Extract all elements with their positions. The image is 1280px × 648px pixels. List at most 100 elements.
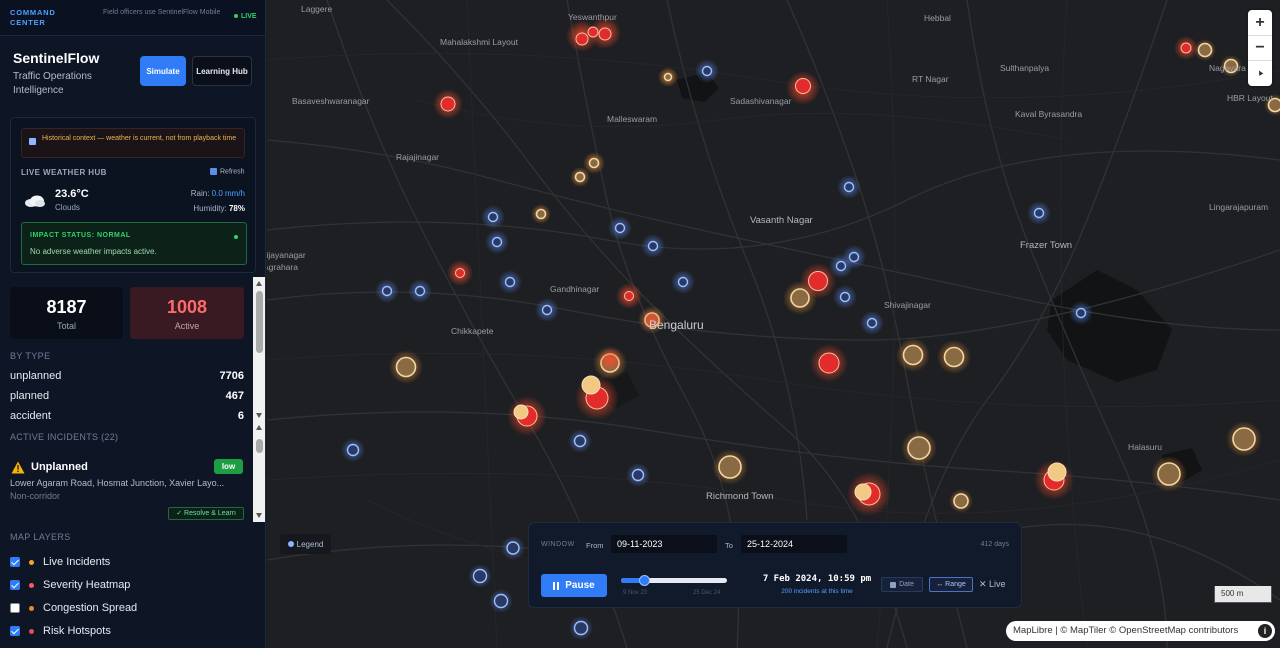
rain-value: 0.0 mm/h	[211, 189, 245, 198]
scroll-thumb-lower[interactable]	[256, 439, 263, 453]
total-label: Total	[56, 321, 76, 331]
historical-context-text: Historical context — weather is current,…	[42, 135, 237, 142]
map-layers-title: MAP LAYERS	[10, 532, 71, 542]
incident-count-at-time: 200 incidents at this time	[781, 588, 853, 595]
scroll-up-arrow-icon[interactable]	[256, 281, 262, 286]
playback-slider-thumb[interactable]	[639, 575, 651, 586]
cloud-icon	[25, 195, 45, 207]
resolve-learn-button[interactable]: ✓ Resolve & Learn	[168, 507, 244, 520]
range-mode-button[interactable]: ↔ Range	[929, 577, 973, 592]
type-row-unplanned: unplanned 7706	[10, 370, 244, 382]
attribution-text: MapLibre | © MapTiler © OpenStreetMap co…	[1013, 625, 1239, 636]
playback-slider[interactable]	[621, 575, 727, 586]
calendar-icon	[890, 581, 897, 588]
scroll-down-arrow-icon[interactable]	[256, 413, 262, 418]
app-root: COMMAND CENTER Field officers use Sentin…	[0, 0, 1280, 648]
incident-address: Lower Agaram Road, Hosmat Junction, Xavi…	[10, 478, 225, 488]
by-type-title: BY TYPE	[10, 351, 51, 361]
map-canvas[interactable]: Laggere Yeswanthpur Hebbal Mahalakshmi L…	[267, 0, 1280, 648]
sidebar-scrollbar[interactable]	[253, 277, 265, 522]
weather-condition: Clouds	[55, 203, 80, 212]
place-label: Rajajinagar	[396, 152, 439, 162]
simulate-button[interactable]: Simulate	[140, 56, 186, 86]
to-date-input[interactable]: 25-12-2024	[741, 535, 847, 553]
zoom-out-button[interactable]: −	[1248, 35, 1272, 60]
learning-hub-button[interactable]: Learning Hub	[192, 56, 252, 86]
place-label-city: Bengaluru	[649, 318, 704, 332]
incident-card[interactable]: Unplanned low Lower Agaram Road, Hosmat …	[8, 453, 248, 521]
place-label: Sulthanpalya	[1000, 63, 1050, 73]
date-mode-label: Date	[899, 581, 914, 588]
humidity-value: 78%	[228, 204, 245, 213]
temperature: 23.6°C	[55, 188, 89, 200]
scroll-thumb-upper[interactable]	[256, 291, 263, 353]
place-label: Mahalakshmi Layout	[440, 37, 518, 47]
date-mode-button[interactable]: Date	[881, 577, 923, 592]
weather-hub-title: LIVE WEATHER HUB	[21, 168, 107, 177]
place-label: Hebbal	[924, 13, 951, 23]
pause-label: Pause	[565, 580, 595, 591]
info-icon[interactable]: i	[1258, 624, 1272, 638]
incident-type: Unplanned	[31, 461, 88, 473]
historical-context-banner: Historical context — weather is current,…	[21, 128, 245, 158]
rain-rate: Rain: 0.0 mm/h	[191, 189, 245, 198]
type-value: 6	[237, 410, 244, 422]
active-label: Active	[174, 321, 200, 331]
zoom-control: + − ▲	[1248, 10, 1272, 86]
scroll-up-arrow-icon[interactable]	[256, 425, 262, 430]
place-label: Yeswanthpur	[568, 12, 617, 22]
window-days: 412 days	[980, 541, 1009, 548]
type-label: planned	[10, 390, 50, 402]
refresh-button[interactable]: Refresh	[210, 168, 245, 175]
calendar-icon	[29, 138, 36, 145]
place-label: Laggere	[301, 4, 333, 14]
scroll-down-arrow-icon[interactable]	[256, 513, 262, 518]
sidebar: COMMAND CENTER Field officers use Sentin…	[0, 0, 266, 648]
stat-active-card: 1008 Active	[130, 287, 244, 339]
layer-severity-heatmap[interactable]: Severity Heatmap	[10, 578, 130, 592]
checkbox[interactable]	[10, 626, 20, 636]
impact-status-box: IMPACT STATUS: NORMAL No adverse weather…	[21, 222, 247, 265]
incident-corridor: Non-corridor	[10, 491, 61, 501]
place-label: Basaveshwaranagar	[292, 96, 370, 106]
checkbox[interactable]	[10, 557, 20, 567]
place-label: Kaval Byrasandra	[1015, 109, 1083, 119]
checkbox[interactable]	[10, 603, 20, 613]
to-label: To	[725, 541, 733, 550]
place-label: Agrahara	[267, 262, 298, 272]
place-label: Richmond Town	[706, 491, 774, 502]
impact-status-title: IMPACT STATUS: NORMAL	[30, 232, 131, 239]
active-count: 1008	[166, 297, 208, 317]
type-row-planned: planned 467	[10, 390, 244, 402]
stat-total-card: 8187 Total	[10, 287, 123, 339]
from-date-input[interactable]: 09-11-2023	[611, 535, 717, 553]
refresh-label: Refresh	[220, 168, 245, 176]
checkbox[interactable]	[10, 580, 20, 590]
layer-risk-hotspots[interactable]: Risk Hotspots	[10, 624, 111, 638]
type-label: accident	[10, 410, 51, 422]
layer-color-dot-icon	[29, 628, 34, 634]
legend-button[interactable]: Legend	[280, 534, 331, 554]
layer-congestion-spread[interactable]: Congestion Spread	[10, 601, 137, 615]
layer-live-incidents[interactable]: Live Incidents	[10, 555, 110, 569]
place-label: Lingarajapuram	[1209, 202, 1269, 212]
refresh-icon	[210, 168, 217, 175]
place-label: Malleswaram	[607, 114, 658, 124]
from-label: From	[586, 541, 604, 550]
live-mode-button[interactable]: ✕ Live	[979, 579, 1006, 590]
zoom-in-button[interactable]: +	[1248, 10, 1272, 35]
timeline-panel: WINDOW From 09-11-2023 To 25-12-2024 412…	[528, 522, 1022, 608]
type-value: 467	[225, 390, 244, 402]
current-playback-time: 7 Feb 2024, 10:59 pm	[762, 574, 872, 584]
severity-badge: low	[214, 459, 243, 474]
type-label: unplanned	[10, 370, 62, 382]
place-label: Vijayanagar	[267, 250, 306, 260]
pause-button[interactable]: Pause	[541, 574, 607, 597]
legend-label: Legend	[296, 539, 324, 549]
place-label: RT Nagar	[912, 74, 949, 84]
window-label: WINDOW	[541, 541, 575, 548]
place-label: Frazer Town	[1020, 240, 1073, 251]
field-officer-note: Field officers use SentinelFlow Mobile	[103, 9, 221, 16]
slider-end-label: 25 Dec 24	[693, 590, 721, 596]
active-incidents-title: ACTIVE INCIDENTS (22)	[10, 432, 119, 442]
